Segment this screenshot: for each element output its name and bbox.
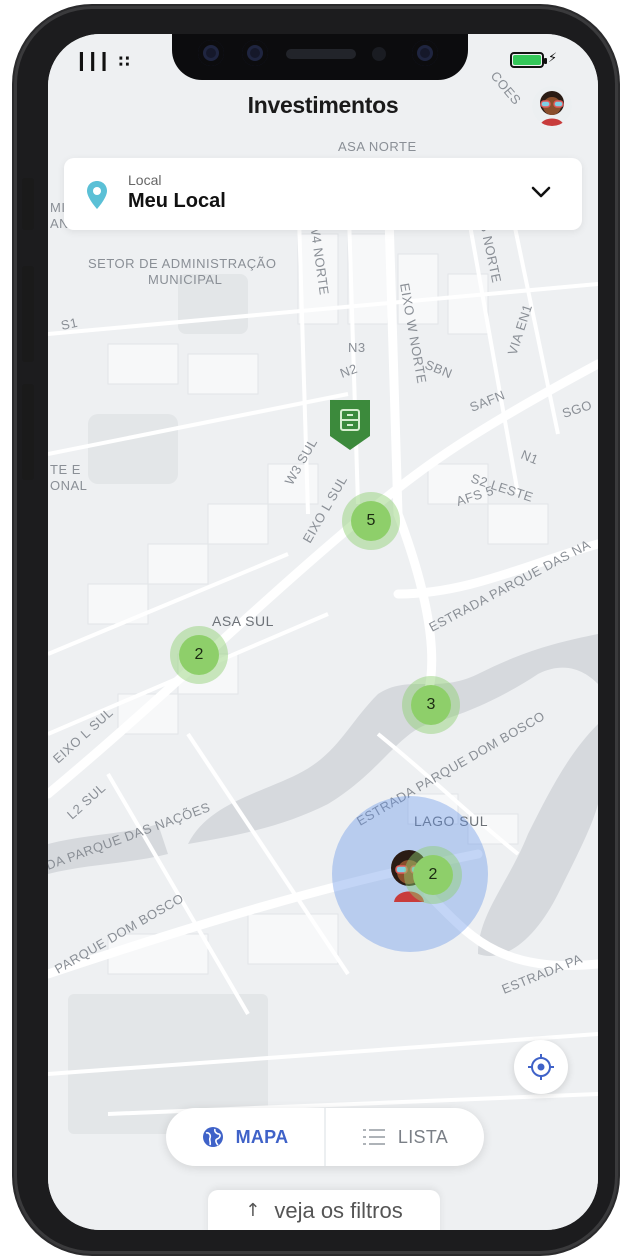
locate-me-button[interactable] [514,1040,568,1094]
cluster-count: 2 [413,855,453,895]
proximity-sensor [372,47,386,61]
charging-bolt-icon: ⚡ [548,51,558,66]
cluster-count: 3 [411,685,451,725]
tab-lista[interactable]: LISTA [326,1108,484,1166]
tab-lista-label: LISTA [397,1126,449,1147]
chevron-down-icon[interactable] [530,184,552,200]
investment-marker-icon[interactable] [328,398,372,452]
map-cluster[interactable]: 3 [402,676,460,734]
tab-mapa[interactable]: MAPA [166,1108,324,1166]
location-pin-icon [87,181,107,209]
globe-icon [202,1127,223,1147]
page-title: Investimentos [247,92,399,118]
notch [172,34,468,80]
tab-mapa-label: MAPA [235,1126,289,1147]
app-screen: ASA NORTE SETOR DE ADMINISTRAÇÃO MUNICIP… [48,34,598,1230]
cluster-count: 2 [179,635,219,675]
silent-switch [22,178,34,230]
location-value: Meu Local [128,190,226,212]
arrow-up-icon: ↑ [245,1200,261,1221]
map-label-n3: N3 [348,340,366,355]
map-label-asa-sul: ASA SUL [212,613,274,629]
map-cluster[interactable]: 5 [342,492,400,550]
map-label-te-e: TE E [50,462,81,477]
volume-down-button [22,384,34,480]
sensor-icon [242,40,268,66]
map-label-asa-norte: ASA NORTE [338,139,417,154]
map-label-onal: ONAL [50,478,87,493]
location-selector[interactable]: Local Meu Local [64,158,582,230]
signal-wifi-icon: ▎▎▎ ∷ [80,52,130,71]
filters-drawer-handle[interactable]: ↑ veja os filtros [208,1190,440,1230]
list-icon [362,1129,385,1145]
map-cluster[interactable]: 2 [404,846,462,904]
cluster-count: 5 [351,501,391,541]
map-cluster[interactable]: 2 [170,626,228,684]
volume-up-button [22,266,34,362]
front-camera-icon [412,40,438,66]
profile-avatar[interactable] [532,86,572,126]
speaker-grille [286,49,356,59]
battery-icon [510,52,547,68]
map-label-municipal: MUNICIPAL [148,272,222,287]
view-toggle: MAPA LISTA [166,1108,484,1166]
location-label: Local [128,172,162,188]
crosshair-icon [528,1054,554,1080]
map-label-setor-adm: SETOR DE ADMINISTRAÇÃO [88,256,276,271]
filters-label: veja os filtros [274,1198,403,1223]
camera-icon [198,40,224,66]
